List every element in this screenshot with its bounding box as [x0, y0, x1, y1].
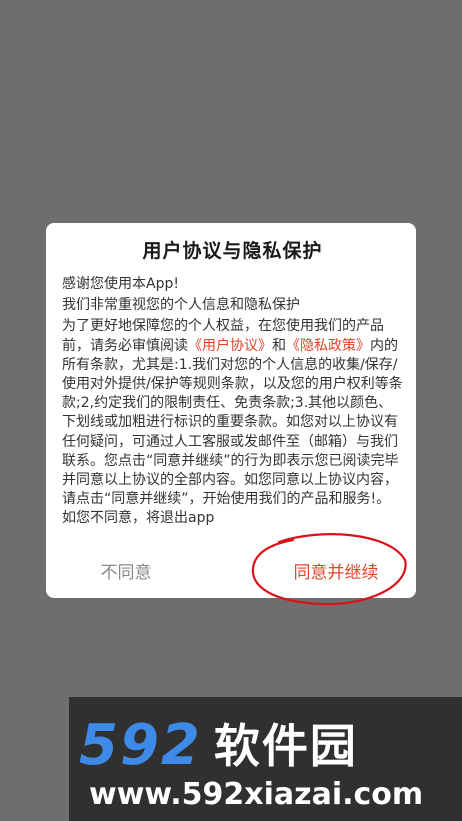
privacy-policy-link[interactable]: 《隐私政策》 [286, 338, 370, 354]
agreement-text-b: 内的所有条款，尤其是:1.我们对您的个人信息的收集/保存/使用对外提供/保护等规… [62, 337, 403, 508]
watermark-number: 592 [79, 713, 202, 778]
decline-notice: 如您不同意，将退出app [62, 510, 215, 527]
watermark-logo: 592 软件园 [79, 717, 358, 775]
user-agreement-link[interactable]: 《用户协议》 [188, 338, 272, 354]
accept-continue-button[interactable]: 同意并继续 [236, 552, 416, 588]
intro-line-2: 我们非常重视您的个人信息和隐私保护 [62, 297, 300, 314]
dialog-actions: 不同意 同意并继续 [46, 552, 416, 588]
privacy-dialog: 用户协议与隐私保护 感谢您使用本App! 我们非常重视您的个人信息和隐私保护 为… [46, 223, 416, 598]
watermark-name: 软件园 [213, 719, 358, 773]
dialog-body: 感谢您使用本App! 我们非常重视您的个人信息和隐私保护 为了更好地保障您的个人… [62, 275, 403, 529]
watermark-url: www.592xiazai.com [89, 777, 424, 812]
intro-line-1: 感谢您使用本App! [62, 276, 179, 292]
agreement-text-and: 和 [272, 337, 286, 354]
decline-button[interactable]: 不同意 [46, 552, 236, 588]
agreement-paragraph: 为了更好地保障您的个人权益，在您使用我们的产品前，请务必审慎阅读《用户协议》和《… [62, 317, 403, 509]
dialog-title: 用户协议与隐私保护 [142, 240, 323, 262]
watermark-banner: 592 软件园 www.592xiazai.com [69, 697, 462, 821]
